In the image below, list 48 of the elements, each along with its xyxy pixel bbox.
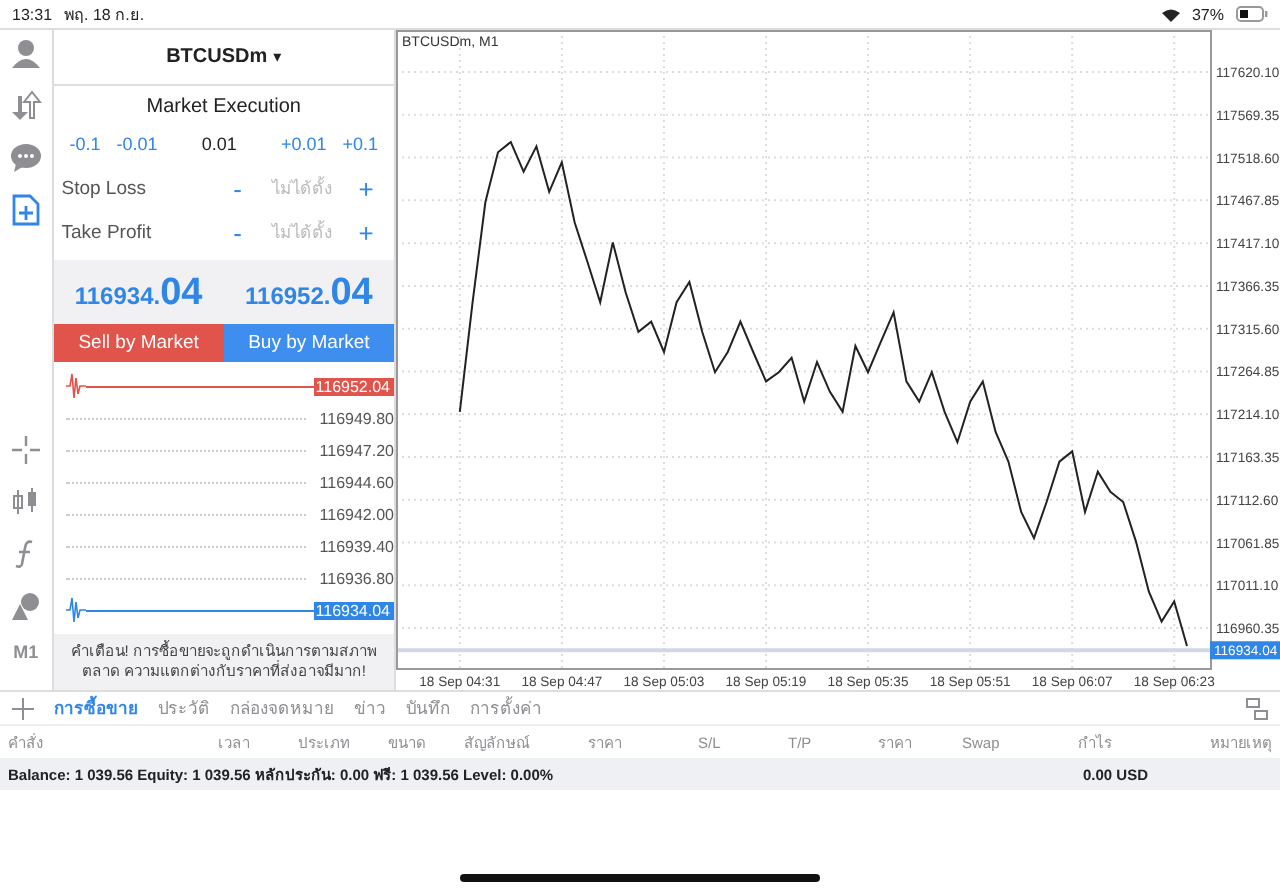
tab[interactable]: กล่องจดหมาย	[230, 694, 334, 722]
battery-percent: 37%	[1191, 5, 1224, 23]
price-level: 116942.00	[317, 505, 394, 523]
tab[interactable]: บันทึก	[406, 694, 450, 722]
shapes-icon[interactable]	[9, 590, 42, 622]
add-icon[interactable]	[12, 697, 34, 719]
price-field[interactable]: ไม่ได้ตั้ง	[257, 174, 346, 202]
volume-step[interactable]: -0.01	[116, 134, 158, 154]
person-icon[interactable]	[9, 38, 42, 70]
decrease-button[interactable]: -	[217, 217, 258, 247]
decrease-button[interactable]: -	[217, 173, 258, 203]
timeframe-label[interactable]: M1	[13, 642, 39, 662]
layout-icon[interactable]	[1246, 697, 1268, 719]
clock-time: 13:31	[12, 5, 53, 23]
increase-button[interactable]: +	[346, 173, 386, 203]
price-field[interactable]: ไม่ได้ตั้ง	[257, 218, 346, 246]
battery-icon	[1236, 6, 1268, 22]
volume-step[interactable]: +0.1	[342, 134, 378, 154]
ask-price-tag: 116952.04	[314, 377, 394, 395]
bid-price-tag: 116934.04	[314, 601, 394, 619]
chat-bubble-icon[interactable]	[9, 142, 42, 174]
price-level: 116947.20	[317, 441, 394, 459]
tab[interactable]: การตั้งค่า	[470, 694, 542, 722]
symbol-selector[interactable]: BTCUSDm ▾	[53, 30, 394, 86]
price-level: 116949.80	[317, 409, 394, 427]
sell-button[interactable]: Sell by Market	[53, 324, 224, 362]
candlestick-icon[interactable]	[9, 486, 42, 518]
crosshair-icon[interactable]	[9, 434, 42, 466]
field-label: Take Profit	[61, 221, 154, 243]
ask-price: 116952.04	[243, 272, 375, 318]
price-level: 116939.40	[317, 537, 394, 555]
field-label: Stop Loss	[61, 177, 148, 199]
date-text: พฤ. 18 ก.ย.	[64, 3, 145, 27]
up-down-arrows-icon[interactable]	[9, 90, 42, 122]
volume-value[interactable]: 0.01	[173, 134, 265, 154]
tab[interactable]: การซื้อขาย	[54, 694, 138, 722]
buy-button[interactable]: Buy by Market	[223, 324, 395, 362]
volume-step[interactable]: +0.01	[280, 134, 327, 154]
price-level: 116944.60	[317, 473, 394, 491]
bid-price: 116934.04	[72, 272, 205, 318]
tab[interactable]: ประวัติ	[158, 694, 210, 722]
execution-mode[interactable]: Market Execution	[53, 86, 394, 130]
increase-button[interactable]: +	[346, 217, 386, 247]
tab[interactable]: ข่าว	[354, 694, 386, 722]
volume-step[interactable]: -0.1	[69, 134, 101, 154]
price-level: 116936.80	[317, 569, 394, 587]
wifi-icon	[1161, 7, 1180, 21]
add-document-icon[interactable]	[9, 194, 42, 226]
